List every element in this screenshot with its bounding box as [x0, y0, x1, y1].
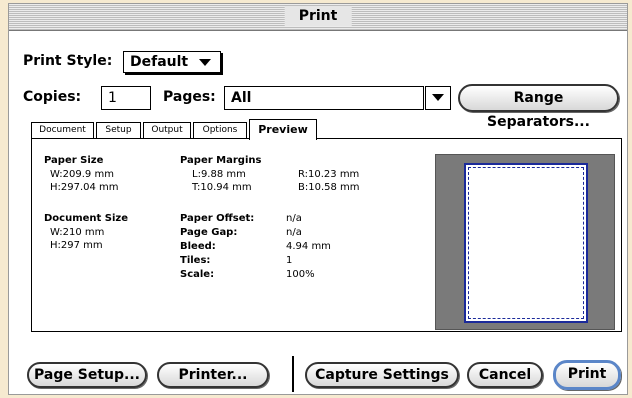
button-divider	[292, 356, 294, 392]
margin-right: R:10.23 mm	[298, 169, 360, 180]
scale-label: Scale:	[180, 269, 215, 280]
copies-input[interactable]: 1	[101, 86, 151, 110]
margin-left: L:9.88 mm	[192, 169, 246, 180]
window-title: Print	[284, 6, 352, 26]
tab-document[interactable]: Document	[31, 122, 94, 139]
page-setup-button[interactable]: Page Setup...	[27, 362, 147, 388]
bleed-value: 4.94 mm	[286, 241, 331, 252]
print-style-label: Print Style:	[23, 53, 113, 69]
range-separators-button[interactable]: Range Separators...	[458, 84, 619, 130]
tab-output[interactable]: Output	[143, 122, 191, 139]
margin-top: T:10.94 mm	[192, 182, 252, 193]
pages-input[interactable]: All	[224, 86, 424, 110]
preview-panel: Paper Size W:209.9 mm H:297.04 mm Paper …	[31, 138, 622, 332]
paper-offset-label: Paper Offset:	[180, 213, 255, 224]
paper-size-width: W:209.9 mm	[50, 169, 114, 180]
cancel-button[interactable]: Cancel	[467, 362, 543, 388]
triangle-down-icon	[199, 58, 211, 66]
printer-button[interactable]: Printer...	[157, 362, 269, 388]
paper-offset-value: n/a	[286, 213, 302, 224]
tab-preview[interactable]: Preview	[249, 119, 317, 140]
document-size-width: W:210 mm	[50, 227, 105, 238]
preview-margin-outline	[468, 167, 584, 319]
margin-bottom: B:10.58 mm	[298, 182, 360, 193]
paper-size-heading: Paper Size	[44, 155, 104, 166]
print-dialog: Print Print Style: Default Copies: 1 Pag…	[8, 3, 628, 395]
pages-label: Pages:	[163, 89, 216, 105]
copies-value: 1	[108, 90, 117, 106]
pages-dropdown-button[interactable]	[425, 86, 451, 110]
tab-setup[interactable]: Setup	[96, 122, 141, 139]
title-bar[interactable]: Print	[9, 4, 627, 31]
document-size-heading: Document Size	[44, 213, 129, 224]
page-gap-value: n/a	[286, 227, 302, 238]
paper-size-height: H:297.04 mm	[50, 182, 119, 193]
tab-options[interactable]: Options	[193, 122, 247, 139]
print-style-value: Default	[130, 54, 189, 70]
page-gap-label: Page Gap:	[180, 227, 238, 238]
document-size-height: H:297 mm	[50, 240, 103, 251]
page-preview	[435, 154, 615, 330]
pages-value: All	[231, 90, 252, 106]
tiles-value: 1	[286, 255, 293, 266]
bleed-label: Bleed:	[180, 241, 216, 252]
copies-label: Copies:	[23, 89, 82, 105]
print-style-select[interactable]: Default	[123, 51, 221, 73]
print-button[interactable]: Print	[553, 360, 621, 390]
tiles-label: Tiles:	[180, 255, 211, 266]
scale-value: 100%	[286, 269, 315, 280]
paper-margins-heading: Paper Margins	[180, 155, 262, 166]
capture-settings-button[interactable]: Capture Settings	[305, 362, 459, 388]
preview-page	[464, 163, 588, 323]
triangle-down-icon	[432, 93, 444, 101]
